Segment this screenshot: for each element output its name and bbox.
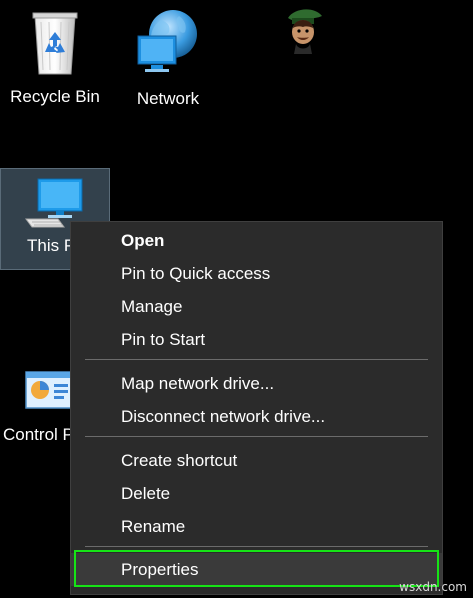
- menu-item-disconnect-network-drive[interactable]: Disconnect network drive...: [71, 400, 442, 433]
- desktop-icon-network[interactable]: Network: [113, 8, 223, 110]
- menu-item-create-shortcut[interactable]: Create shortcut: [71, 444, 442, 477]
- network-label: Network: [136, 89, 200, 108]
- menu-item-pin-start[interactable]: Pin to Start: [71, 323, 442, 356]
- menu-separator: [85, 546, 428, 547]
- menu-item-properties[interactable]: Properties: [71, 553, 442, 586]
- menu-item-pin-quick-access[interactable]: Pin to Quick access: [71, 257, 442, 290]
- menu-separator: [85, 436, 428, 437]
- recycle-bin-label: Recycle Bin: [10, 87, 100, 106]
- desktop-icon-recycle-bin[interactable]: Recycle Bin: [0, 8, 110, 108]
- menu-item-open[interactable]: Open: [71, 224, 442, 257]
- recycle-bin-icon: [32, 12, 78, 75]
- context-menu: Open Pin to Quick access Manage Pin to S…: [70, 221, 443, 595]
- menu-separator: [85, 359, 428, 360]
- menu-item-delete[interactable]: Delete: [71, 477, 442, 510]
- menu-item-rename[interactable]: Rename: [71, 510, 442, 543]
- menu-item-map-network-drive[interactable]: Map network drive...: [71, 367, 442, 400]
- watermark: wsxdn.com: [399, 580, 467, 594]
- mascot-icon: [282, 4, 326, 61]
- network-globe-icon: [137, 10, 197, 72]
- menu-item-manage[interactable]: Manage: [71, 290, 442, 323]
